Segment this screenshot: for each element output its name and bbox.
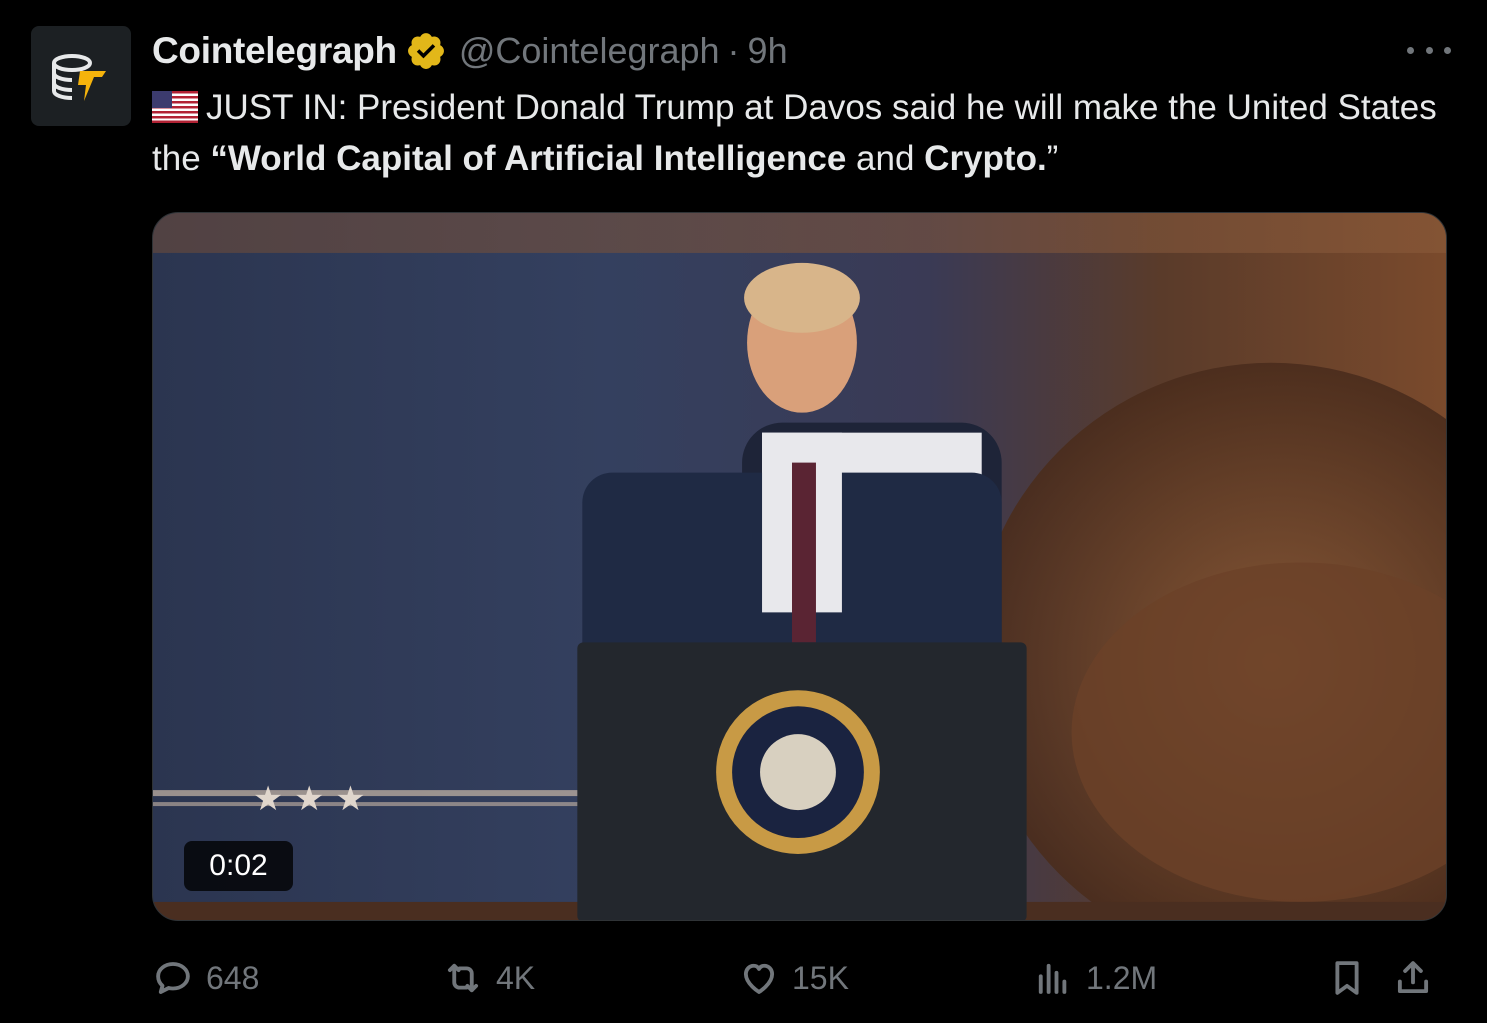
more-dot-icon [1425, 46, 1433, 54]
us-flag-icon [152, 91, 198, 123]
repost-count: 4K [496, 959, 536, 996]
verified-badge-icon[interactable] [405, 30, 447, 72]
video-player[interactable]: ★ ★ ★ 0:02 [152, 212, 1447, 921]
tweet-header: Cointelegraph @Cointelegraph · 9h [152, 28, 788, 74]
reply-button[interactable]: 648 [152, 950, 259, 1006]
views-button[interactable]: 1.2M [1032, 950, 1157, 1006]
more-dot-icon [1444, 46, 1451, 54]
separator-dot: · [727, 30, 740, 71]
cointelegraph-logo-icon [52, 54, 106, 101]
more-dot-icon [1407, 46, 1414, 54]
timestamp[interactable]: 9h [748, 30, 788, 72]
heart-icon [743, 963, 775, 994]
repost-button[interactable]: 4K [442, 950, 535, 1006]
video-duration-badge: 0:02 [184, 841, 293, 891]
avatar[interactable] [31, 26, 131, 126]
share-button[interactable] [1392, 950, 1434, 1006]
bookmark-button[interactable] [1326, 950, 1368, 1006]
like-count: 15K [792, 959, 849, 996]
handle[interactable]: @Cointelegraph [459, 30, 720, 72]
more-options-button[interactable] [1407, 32, 1451, 68]
repost-icon [447, 963, 479, 993]
tweet-text: JUST IN: President Donald Trump at Davos… [152, 82, 1452, 184]
bookmark-icon [1335, 961, 1359, 995]
tweet-text-part: and [846, 139, 925, 178]
reply-count: 648 [206, 959, 260, 996]
tweet-text-bold: Crypto. [924, 139, 1047, 178]
display-name[interactable]: Cointelegraph [152, 30, 397, 72]
share-icon [1397, 961, 1429, 994]
reply-icon [156, 962, 190, 994]
video-frame-image: ★ ★ ★ [153, 213, 1446, 920]
views-count: 1.2M [1086, 959, 1158, 996]
tweet-text-part: ” [1046, 139, 1059, 178]
svg-text:★ ★ ★: ★ ★ ★ [253, 779, 366, 819]
tweet-text-bold: “World Capital of Artificial Intelligenc… [210, 139, 847, 178]
analytics-icon [1038, 963, 1067, 994]
tweet-actions: 648 4K 15K 1.2M [152, 950, 1447, 1006]
like-button[interactable]: 15K [738, 950, 849, 1006]
